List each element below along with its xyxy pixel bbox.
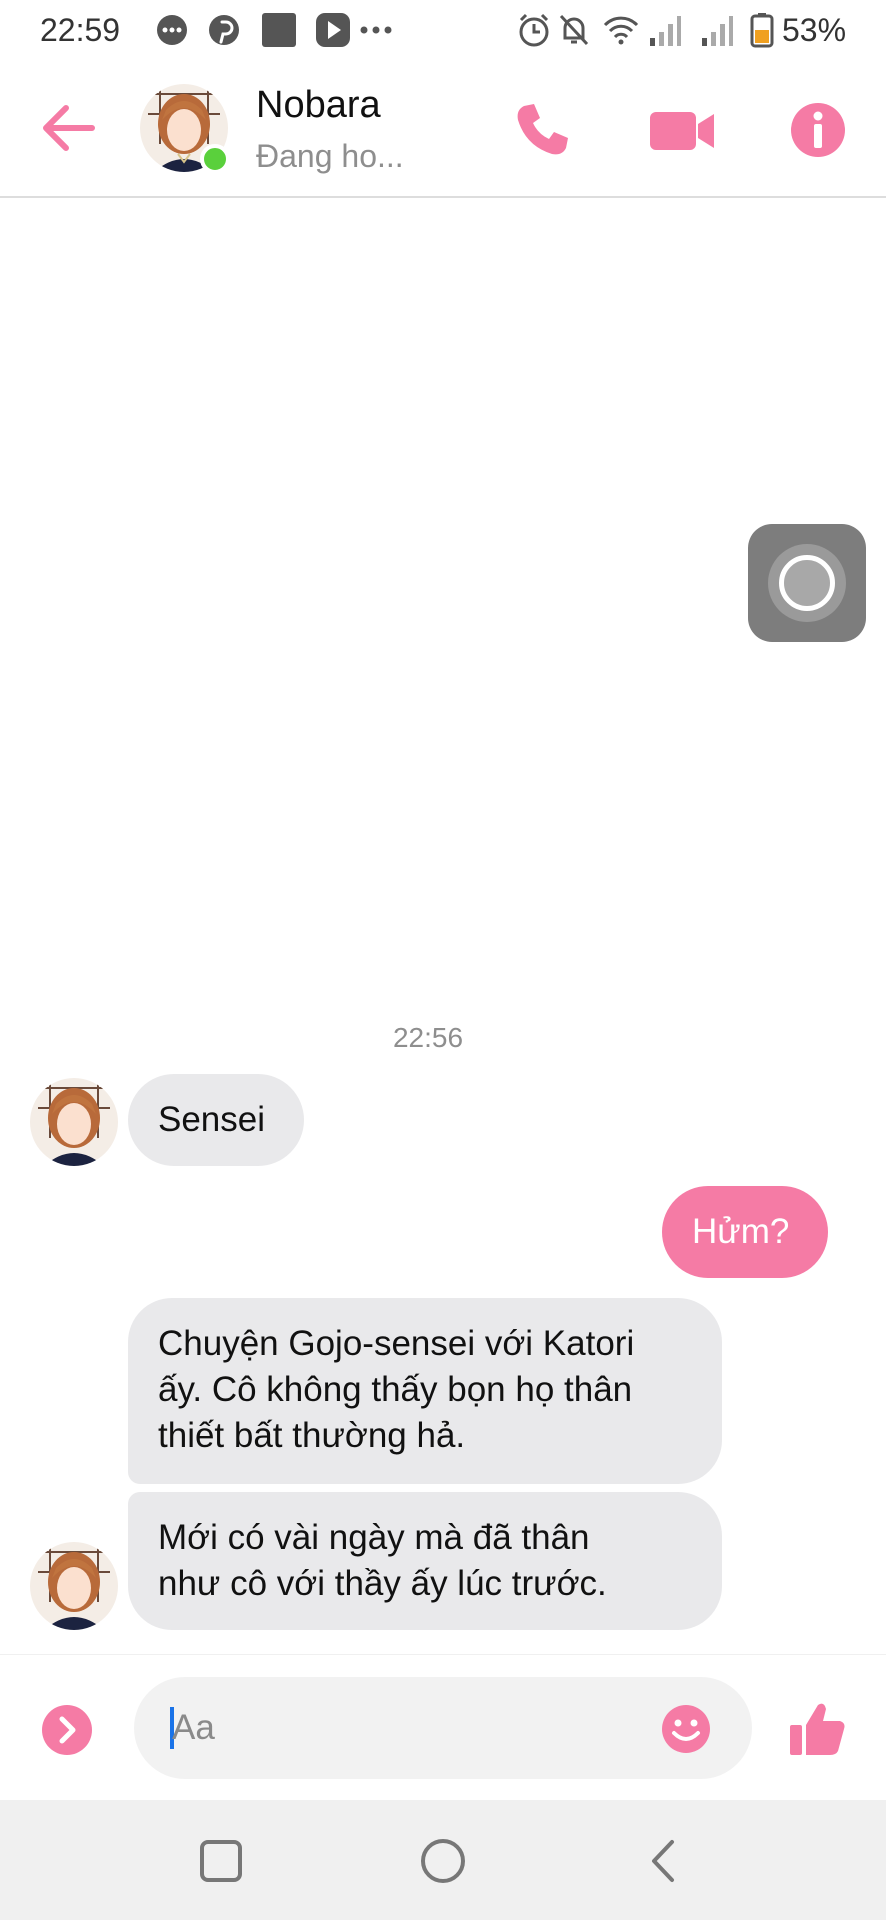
message-line: Mới có vài ngày mà đã thân [158, 1518, 590, 1557]
wifi-icon [603, 16, 639, 45]
expand-actions-button[interactable] [42, 1705, 92, 1755]
video-camera-icon[interactable] [648, 98, 718, 162]
status-time: 22:59 [40, 12, 121, 48]
online-indicator [200, 144, 230, 174]
messenger-icon [157, 15, 187, 45]
contact-name[interactable]: Nobara [256, 84, 381, 127]
contact-avatar[interactable] [140, 84, 230, 174]
message-input-container[interactable] [134, 1677, 752, 1779]
home-icon[interactable] [418, 1836, 468, 1886]
play-icon [316, 13, 350, 47]
message-text: Sensei [158, 1100, 266, 1139]
avatar-image [30, 1078, 118, 1166]
message-text: Hửm? [692, 1212, 790, 1251]
back-icon[interactable] [640, 1836, 690, 1886]
battery-icon [750, 13, 774, 48]
recent-apps-icon[interactable] [196, 1836, 246, 1886]
message-line: ấy. Cô không thấy bọn họ thân [158, 1370, 633, 1409]
status-bar: 22:59 53% [0, 0, 886, 62]
message-bubble-incoming[interactable]: Mới có vài ngày mà đã thân như cô với th… [128, 1492, 722, 1630]
signal-icon [702, 16, 733, 46]
assistive-ring-icon [768, 544, 846, 622]
app-square-icon [262, 13, 296, 47]
message-bubble-incoming[interactable]: Chuyện Gojo-sensei với Katori ấy. Cô khô… [128, 1298, 722, 1484]
signal-icon [650, 16, 681, 46]
message-bubble-outgoing[interactable]: Hửm? [662, 1186, 828, 1278]
phone-icon[interactable] [510, 98, 574, 162]
message-timestamp: 22:56 [392, 1022, 464, 1053]
battery-percent: 53% [782, 12, 847, 48]
back-arrow-icon[interactable] [36, 100, 98, 156]
floating-assistive-button[interactable] [748, 524, 866, 642]
message-line: thiết bất thường hả. [158, 1416, 466, 1455]
thumbs-up-icon[interactable] [788, 1699, 848, 1759]
emoji-icon[interactable] [660, 1703, 712, 1755]
alarm-icon [519, 13, 549, 47]
info-icon[interactable] [786, 98, 850, 162]
message-bubble-incoming[interactable]: Sensei [128, 1074, 304, 1166]
contact-status: Đang ho... [256, 138, 404, 174]
notifications-off-icon [559, 14, 589, 46]
message-line: Chuyện Gojo-sensei với Katori [158, 1324, 635, 1363]
message-avatar[interactable] [30, 1078, 118, 1166]
chevron-right-icon [59, 1716, 76, 1744]
more-dots-icon [360, 26, 392, 34]
system-navigation-bar [0, 1800, 886, 1920]
message-composer [0, 1654, 886, 1800]
message-avatar[interactable] [30, 1542, 118, 1630]
avatar-image [30, 1542, 118, 1630]
pinterest-icon [209, 15, 239, 45]
chat-header: Nobara Đang ho... [0, 62, 886, 198]
message-line: như cô với thầy ấy lúc trước. [158, 1564, 607, 1603]
message-input[interactable] [172, 1703, 652, 1753]
